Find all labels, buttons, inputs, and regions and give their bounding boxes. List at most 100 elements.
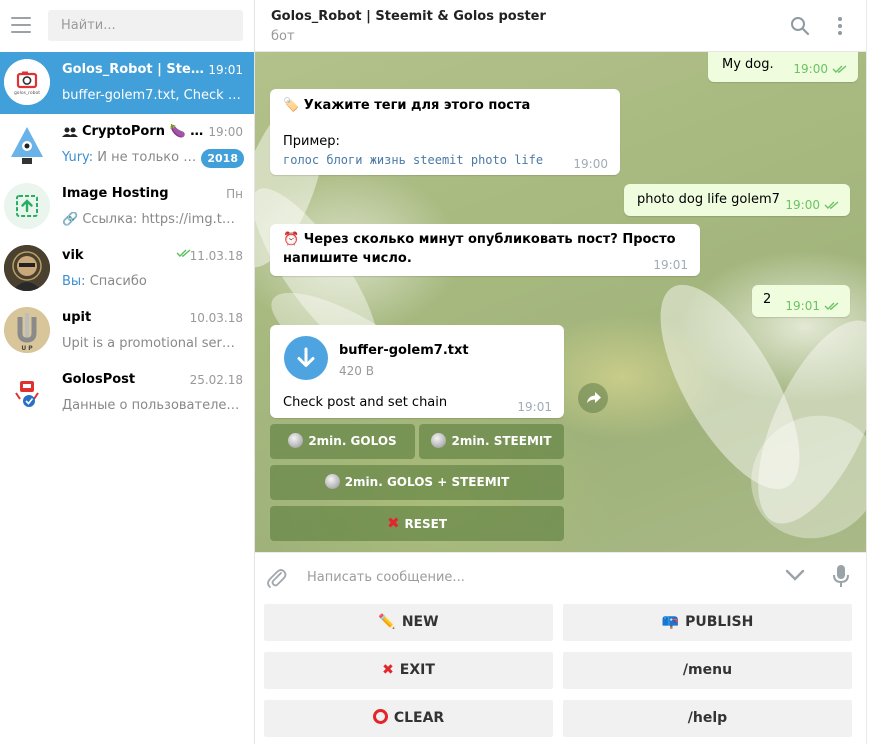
chat-panel: Golos_Robot | Steemit & Golos poster бот… <box>255 0 866 744</box>
message-title: 🏷️ Укажите теги для этого поста <box>283 98 531 113</box>
chat-preview: Вы: Спасибо <box>62 274 147 289</box>
coin-icon <box>288 433 304 448</box>
message-incoming[interactable]: 🏷️ Укажите теги для этого поста Пример: … <box>270 89 620 175</box>
chat-name: CryptoPorn 🍆 Д... <box>62 124 207 139</box>
avatar <box>4 183 50 229</box>
chat-preview: buffer-golem7.txt, Check po... <box>62 88 242 103</box>
hamburger-menu-icon[interactable] <box>11 17 31 33</box>
chat-item-image-hosting[interactable]: Image Hosting Пн 🔗 Ссылка: https://img.t… <box>0 176 254 238</box>
avatar: golos_robot <box>4 59 50 105</box>
chat-date: 10.03.18 <box>189 311 243 325</box>
chat-preview: 🔗 Ссылка: https://img.tgla... <box>62 212 242 227</box>
avatar <box>4 121 50 167</box>
window-scrollbar[interactable] <box>866 0 870 744</box>
message-outgoing[interactable]: photo dog life golem7 19:00 <box>624 184 850 216</box>
message-text: ⏰ Через сколько минут опубликовать пост?… <box>283 232 676 247</box>
chat-name: upit <box>62 310 92 325</box>
reply-button-menu[interactable]: /menu <box>563 652 852 689</box>
inline-button-2min-golos-steemit[interactable]: 2min. GOLOS + STEEMIT <box>270 465 564 500</box>
sidebar-top-bar <box>0 0 254 52</box>
cross-icon: ✖ <box>386 514 400 532</box>
message-text: напишите число. <box>283 251 412 266</box>
file-size: 420 B <box>339 364 374 378</box>
inline-button-reset[interactable]: ✖ RESET <box>270 506 564 541</box>
chat-item-vik[interactable]: vik 11.03.18 Вы: Спасибо <box>0 238 254 300</box>
chat-name: GolosPost <box>62 372 136 387</box>
svg-text:golos_robot: golos_robot <box>14 90 40 96</box>
search-icon[interactable] <box>790 16 810 36</box>
more-vertical-icon[interactable] <box>837 16 843 36</box>
reply-button-new[interactable]: ✏️ NEW <box>264 604 553 641</box>
download-arrow-icon <box>297 347 315 367</box>
message-input[interactable] <box>295 562 765 592</box>
avatar <box>4 369 50 415</box>
chat-preview: Yury: И не только Де... <box>62 150 202 165</box>
message-incoming[interactable]: ⏰ Через сколько минут опубликовать пост?… <box>270 224 700 276</box>
message-text: Пример: <box>283 134 340 149</box>
svg-text:U P: U P <box>21 345 33 352</box>
chat-date: 19:01 <box>208 63 243 77</box>
search-input[interactable] <box>48 10 243 41</box>
chat-preview: Данные о пользователе go... <box>62 398 242 413</box>
chat-item-golospost[interactable]: GolosPost 25.02.18 Данные о пользователе… <box>0 362 254 424</box>
chat-item-cryptoporn[interactable]: CryptoPorn 🍆 Д... 19:00 Yury: И не тольк… <box>0 114 254 176</box>
read-checkmarks-icon <box>832 65 847 73</box>
reply-button-help[interactable]: /help <box>563 700 852 737</box>
chat-name: Image Hosting <box>62 186 169 201</box>
compose-bar <box>255 552 866 600</box>
chat-item-golos-robot[interactable]: golos_robot Golos_Robot | Steem... 19:01… <box>0 52 254 114</box>
red-circle-icon <box>372 709 388 724</box>
message-time: 19:01 <box>517 400 552 414</box>
coin-icon <box>324 474 340 489</box>
avatar: U P <box>4 307 50 353</box>
message-text: My dog. <box>722 57 774 72</box>
coin-icon <box>431 433 447 448</box>
chat-date: Пн <box>226 187 243 201</box>
chat-date: 19:00 <box>208 125 243 139</box>
share-arrow-icon <box>587 392 601 403</box>
chat-preview: Upit is a promotional servic... <box>62 336 242 351</box>
peer-title[interactable]: Golos_Robot | Steemit & Golos poster <box>271 9 546 24</box>
file-caption: Check post and set chain <box>283 395 448 410</box>
group-icon <box>62 127 78 137</box>
cross-icon: ✖ <box>382 662 394 678</box>
message-time: 19:00 <box>785 198 820 212</box>
chat-list-sidebar: golos_robot Golos_Robot | Steem... 19:01… <box>0 0 255 744</box>
message-time: 19:01 <box>785 299 820 313</box>
forward-button[interactable] <box>578 383 608 413</box>
chat-item-upit[interactable]: U P upit 10.03.18 Upit is a promotional … <box>0 300 254 362</box>
reply-button-publish[interactable]: 📪 PUBLISH <box>563 604 852 641</box>
inline-button-2min-steemit[interactable]: 2min. STEEMIT <box>419 424 564 459</box>
reply-keyboard: ✏️ NEW 📪 PUBLISH ✖ EXIT /menu CLEAR /help <box>255 600 866 744</box>
reply-button-exit[interactable]: ✖ EXIT <box>264 652 553 689</box>
peer-status: бот <box>271 29 295 44</box>
inline-button-2min-golos[interactable]: 2min. GOLOS <box>270 424 415 459</box>
code-example: голос блоги жизнь steemit photo life <box>283 153 544 167</box>
message-text: photo dog life golem7 <box>637 192 780 207</box>
message-file[interactable]: buffer-golem7.txt 420 B Check post and s… <box>270 325 564 418</box>
chevron-down-icon[interactable] <box>785 569 805 581</box>
reply-button-clear[interactable]: CLEAR <box>264 700 553 737</box>
message-history[interactable]: My dog. 19:00 🏷️ Укажите теги для этого … <box>255 52 866 552</box>
avatar <box>4 245 50 291</box>
message-time: 19:00 <box>793 62 828 76</box>
attach-paperclip-icon[interactable] <box>265 565 287 589</box>
message-time: 19:00 <box>573 157 608 171</box>
message-outgoing[interactable]: 2 19:01 <box>752 285 850 317</box>
telegram-window: golos_robot Golos_Robot | Steem... 19:01… <box>0 0 870 744</box>
file-name[interactable]: buffer-golem7.txt <box>339 343 469 358</box>
read-checkmarks-icon <box>824 201 839 209</box>
pencil-icon: ✏️ <box>378 614 396 630</box>
message-time: 19:01 <box>653 258 688 272</box>
message-outgoing[interactable]: My dog. 19:00 <box>708 52 858 82</box>
chat-date: 25.02.18 <box>189 373 243 387</box>
read-checkmarks-icon <box>824 302 839 310</box>
message-text: 2 <box>763 292 772 307</box>
chat-header: Golos_Robot | Steemit & Golos poster бот <box>255 0 866 52</box>
file-download-button[interactable] <box>284 336 328 380</box>
microphone-icon[interactable] <box>833 564 849 588</box>
mailbox-icon: 📪 <box>661 614 680 630</box>
chat-date: 11.03.18 <box>189 249 243 263</box>
unread-badge: 2018 <box>201 149 244 168</box>
chat-name: Golos_Robot | Steem... <box>62 62 207 77</box>
